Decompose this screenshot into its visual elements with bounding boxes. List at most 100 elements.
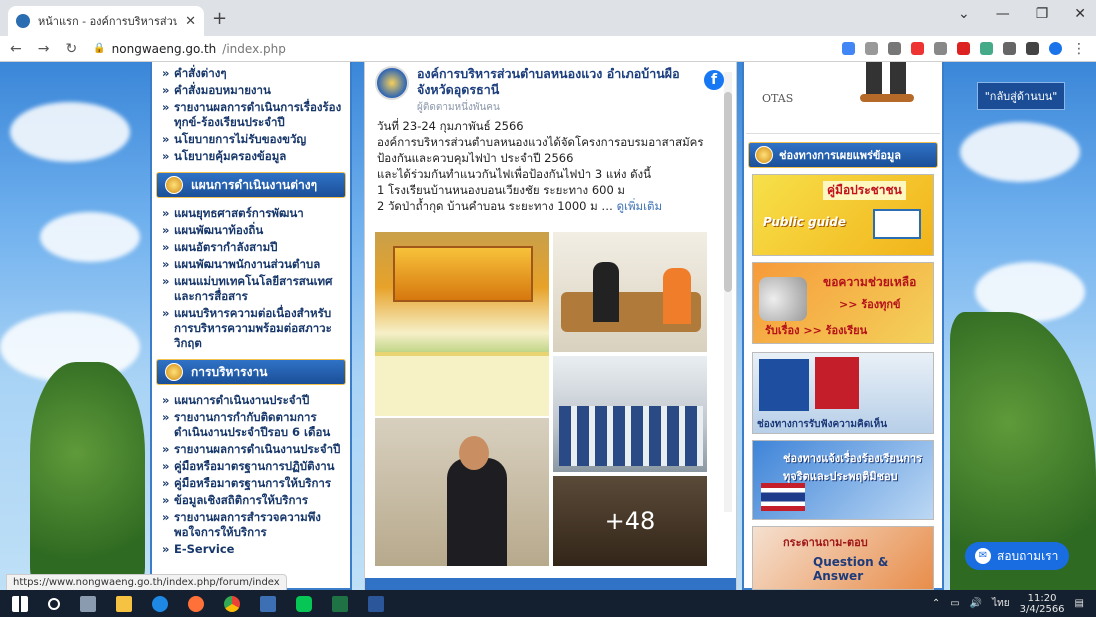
more-photos-count[interactable]: +48 <box>553 476 707 566</box>
restore-icon[interactable]: ❐ <box>1036 6 1049 22</box>
banner-feedback[interactable]: ช่องทางการรับฟังความคิดเห็น <box>752 352 934 434</box>
notifications-icon[interactable]: ▤ <box>1075 598 1084 609</box>
nav-link[interactable]: แผนแม่บทเทคโนโลยีสารสนเทศและการสื่อสาร <box>162 274 342 304</box>
edge-icon[interactable] <box>152 595 168 612</box>
nav-link[interactable]: แผนการดำเนินงานประจำปี <box>162 393 342 408</box>
banner-public-guide[interactable]: คู่มือประชาชน Public guide <box>752 174 934 256</box>
google-icon[interactable] <box>842 42 855 55</box>
forward-arrow-icon[interactable]: → <box>38 41 50 57</box>
chevron-down-icon[interactable]: ⌄ <box>958 6 970 22</box>
messenger-icon: ✉ <box>975 548 991 564</box>
volume-icon[interactable]: 🔊 <box>970 598 982 609</box>
profile-avatar-icon[interactable] <box>1049 42 1062 55</box>
clock[interactable]: 11:20 3/4/2566 <box>1020 593 1065 615</box>
share-icon[interactable] <box>865 42 878 55</box>
star-icon[interactable] <box>888 42 901 55</box>
extension-red-icon[interactable] <box>957 42 970 55</box>
nav-link[interactable]: แผนบริหารความต่อเนื่องสำหรับการบริหารควา… <box>162 306 342 351</box>
close-tab-icon[interactable]: ✕ <box>185 14 196 29</box>
browser-tab[interactable]: หน้าแรก - องค์การบริหารส่วนตำบลหนองแวง อ… <box>8 6 204 36</box>
reload-icon[interactable]: ↻ <box>65 41 77 57</box>
nav-link[interactable]: แผนยุทธศาสตร์การพัฒนา <box>162 206 342 221</box>
extension-green-icon[interactable] <box>980 42 993 55</box>
url-host: nongwaeng.go.th <box>111 41 217 56</box>
fb-page-name[interactable]: องค์การบริหารส่วนตำบลหนองแวง อำเภอบ้านผื… <box>417 66 687 98</box>
close-window-icon[interactable]: ✕ <box>1074 6 1086 22</box>
post-photo[interactable] <box>375 418 549 566</box>
post-photo-more[interactable]: +48 <box>553 476 707 566</box>
network-icon[interactable]: ▭ <box>950 598 959 609</box>
nav-link[interactable]: รายงานการกำกับติดตามการดำเนินงานประจำปีร… <box>162 410 342 440</box>
post-photo[interactable] <box>553 356 707 472</box>
chevron-up-icon[interactable]: ⌃ <box>932 598 940 609</box>
back-to-top-button[interactable]: "กลับสู่ด้านบน" <box>977 82 1065 110</box>
scrollbar-thumb[interactable] <box>724 92 732 292</box>
cloud-decoration <box>960 122 1080 182</box>
nav-link[interactable]: คู่มือหรือมาตรฐานการให้บริการ <box>162 476 342 491</box>
post-line: และได้ร่วมกันทำแนวกันไฟเพื่อป้องกันไฟป่า… <box>377 167 652 181</box>
nav-link[interactable]: รายงานผลการดำเนินงานประจำปี <box>162 442 342 457</box>
nav-link[interactable]: รายงานผลการดำเนินการเรื่องร้องทุกข์-ร้อง… <box>162 100 342 130</box>
nav-link[interactable]: แผนอัตรากำลังสามปี <box>162 240 342 255</box>
search-icon[interactable] <box>48 597 60 610</box>
side-panel-icon[interactable] <box>1026 42 1039 55</box>
nav-link[interactable]: คู่มือหรือมาตรฐานการปฏิบัติงาน <box>162 459 342 474</box>
browser-toolbar: ← → ↻ 🔒 nongwaeng.go.th/index.php ⋮ <box>0 36 1096 62</box>
address-bar[interactable]: 🔒 nongwaeng.go.th/index.php <box>93 42 286 56</box>
see-more-link[interactable]: ดูเพิ่มเติม <box>617 199 663 213</box>
nav-link[interactable]: ข้อมูลเชิงสถิติการให้บริการ <box>162 493 342 508</box>
language-indicator[interactable]: ไทย <box>992 596 1009 611</box>
chat-button[interactable]: ✉ สอบถามเรา <box>965 542 1069 570</box>
firefox-icon[interactable] <box>188 595 204 612</box>
clock-date: 3/4/2566 <box>1019 603 1065 615</box>
facebook-icon[interactable]: f <box>704 70 724 90</box>
camera-icon[interactable] <box>260 595 276 612</box>
nav-link[interactable]: รายงานผลการสำรวจความพึงพอใจการให้บริการ <box>162 510 342 540</box>
suggestion-box-icon <box>759 359 809 411</box>
excel-icon[interactable] <box>332 595 348 612</box>
youtube-extension-icon[interactable] <box>911 42 924 55</box>
post-photo[interactable] <box>375 232 549 416</box>
chrome-icon[interactable] <box>224 595 240 612</box>
section-title: แผนการดำเนินงานต่างๆ <box>191 177 318 192</box>
banner-complaints[interactable]: ขอความช่วยเหลือ >> ร้องทุกข์ รับเรื่อง >… <box>752 262 934 344</box>
nav-link[interactable]: คำสั่งต่างๆ <box>162 66 342 81</box>
nav-list-group3: แผนการดำเนินงานประจำปี รายงานการกำกับติด… <box>152 389 350 561</box>
back-arrow-icon[interactable]: ← <box>10 41 22 57</box>
puzzle-extensions-icon[interactable] <box>1003 42 1016 55</box>
banner-title: คู่มือประชาชน <box>823 181 906 200</box>
banner-corruption-report[interactable]: ช่องทางแจ้งเรื่องร้องเรียนการทุจริตและปร… <box>752 440 934 520</box>
file-explorer-icon[interactable] <box>116 595 132 612</box>
extension-icons: ⋮ <box>842 41 1086 57</box>
line-icon[interactable] <box>296 595 312 612</box>
seal-icon <box>755 146 773 164</box>
banner-subtitle: Public guide <box>763 215 846 229</box>
minimize-icon[interactable]: — <box>996 6 1010 22</box>
post-line: 2 วัดป่าถ้ำกุด บ้านคำบอน ระยะทาง 1000 ม … <box>377 199 663 213</box>
task-view-icon[interactable] <box>80 595 96 612</box>
nav-link[interactable]: คำสั่งมอบหมายงาน <box>162 83 342 98</box>
nav-link[interactable]: E-Service <box>162 542 342 557</box>
windows-start-icon[interactable] <box>12 595 28 612</box>
fb-scrollbar[interactable] <box>724 72 732 512</box>
cast-icon[interactable] <box>934 42 947 55</box>
page-logo-icon[interactable] <box>375 66 409 100</box>
banner-figure <box>866 62 906 98</box>
photo-person-head <box>459 436 489 470</box>
otas-banner[interactable]: OTAS <box>746 62 940 134</box>
nav-link[interactable]: นโยบายคุ้มครองข้อมูล <box>162 149 342 164</box>
cloud-decoration <box>10 102 130 162</box>
word-icon[interactable] <box>368 595 384 612</box>
fb-post-text: วันที่ 23-24 กุมภาพันธ์ 2566 องค์การบริห… <box>377 118 707 214</box>
nav-link[interactable]: แผนพัฒนาท้องถิ่น <box>162 223 342 238</box>
section-header-administration: การบริหารงาน <box>156 359 346 385</box>
nav-link[interactable]: แผนพัฒนาพนักงานส่วนตำบล <box>162 257 342 272</box>
new-tab-plus-icon[interactable]: + <box>212 8 227 29</box>
post-photo[interactable] <box>553 232 707 352</box>
banner-qa[interactable]: กระดานถาม-ตอบ Question & Answer <box>752 526 934 590</box>
section-header-plans: แผนการดำเนินงานต่างๆ <box>156 172 346 198</box>
seal-icon <box>165 176 183 194</box>
kebab-menu-icon[interactable]: ⋮ <box>1072 41 1086 57</box>
nav-link[interactable]: นโยบายการไม่รับของขวัญ <box>162 132 342 147</box>
url-path: /index.php <box>222 41 286 56</box>
